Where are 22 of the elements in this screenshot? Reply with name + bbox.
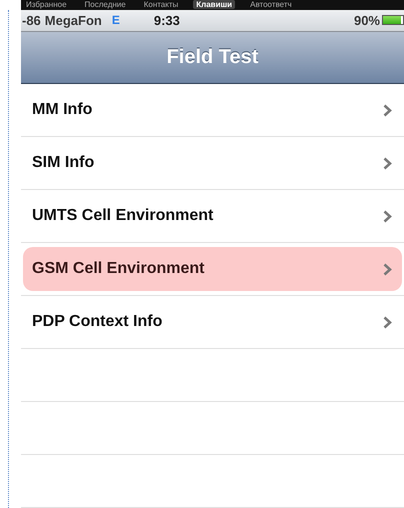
list-item[interactable]: UMTS Cell Environment [23,194,402,238]
signal-strength: -86 [22,12,41,28]
chevron-icon [383,262,392,276]
screen-title: Field Test [166,46,258,69]
list-item[interactable]: MM Info [23,88,402,132]
chevron-icon [383,156,392,170]
tab[interactable]: Избранное [23,0,70,10]
list-item[interactable]: GSM Cell Environment [23,247,402,291]
battery-percent: 90% [354,12,380,28]
tab[interactable]: Клавиши [193,0,236,10]
tab[interactable]: Контакты [140,0,182,10]
chevron-icon [383,104,392,116]
carrier-name: MegaFon [44,12,102,28]
list-item[interactable]: SIM Info [23,141,402,185]
list-item[interactable]: PDP Context Info [23,300,402,344]
network-type: E [112,13,120,28]
tab[interactable]: Автоответч [247,0,295,10]
clock: 9:33 [154,12,180,28]
chevron-icon [383,316,392,328]
tab[interactable]: Последние [82,0,129,10]
battery-icon [382,15,404,26]
chevron-icon [383,210,392,222]
